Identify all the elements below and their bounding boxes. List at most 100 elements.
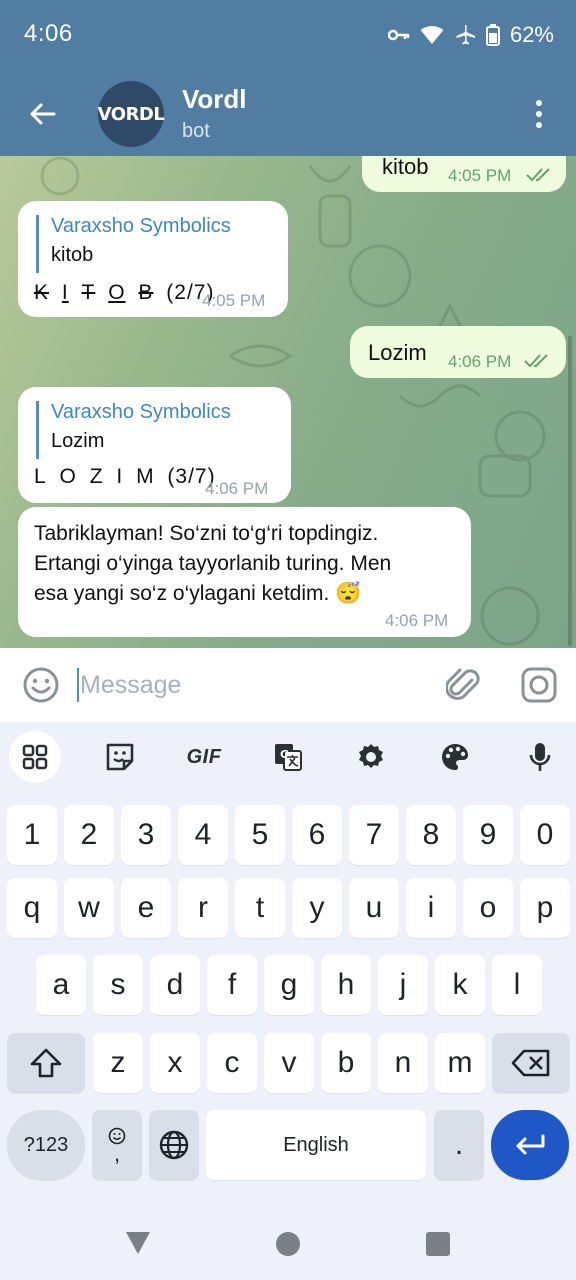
gif-button[interactable]: GIF — [178, 731, 230, 783]
sticker-button[interactable] — [94, 731, 146, 783]
message-composer — [0, 648, 576, 722]
incoming-message[interactable]: Tabriklayman! So‘zni to‘g‘ri topdingiz. … — [18, 507, 471, 637]
message-line: esa yangi so‘z o‘ylagani ketdim. 😴 — [34, 582, 362, 605]
dot-icon — [536, 111, 542, 117]
nav-recents-button[interactable] — [426, 1232, 450, 1256]
letter-absent: T — [81, 281, 96, 304]
back-button[interactable] — [22, 94, 62, 134]
mic-icon — [529, 743, 551, 771]
double-check-icon — [524, 354, 548, 368]
symbols-key[interactable]: ?123 — [7, 1110, 85, 1180]
incoming-message[interactable]: Varaxsho Symbolics kitob K I T O B (2/7)… — [18, 201, 288, 317]
key-g[interactable]: g — [264, 955, 314, 1015]
space-key[interactable]: English — [206, 1110, 426, 1180]
bot-avatar[interactable]: VORDL — [97, 81, 165, 147]
reply-quote[interactable]: Varaxsho Symbolics kitob — [36, 215, 231, 273]
letter-correct: O — [59, 465, 77, 488]
more-options-button[interactable] — [524, 96, 554, 132]
message-time: 4:06 PM — [205, 479, 269, 498]
key-h[interactable]: h — [321, 955, 371, 1015]
key-i[interactable]: i — [406, 878, 456, 938]
key-5[interactable]: 5 — [235, 805, 285, 865]
key-0[interactable]: 0 — [520, 805, 570, 865]
chat-subtitle: bot — [182, 120, 210, 142]
key-c[interactable]: c — [207, 1033, 257, 1093]
key-m[interactable]: m — [435, 1033, 485, 1093]
camera-icon — [521, 667, 557, 703]
apps-grid-icon — [22, 744, 48, 770]
key-f[interactable]: f — [207, 955, 257, 1015]
chat-title[interactable]: Vordl — [182, 84, 247, 115]
language-key[interactable] — [149, 1110, 199, 1180]
reply-text: Lozim — [51, 430, 105, 452]
key-e[interactable]: e — [121, 878, 171, 938]
key-2[interactable]: 2 — [64, 805, 114, 865]
incoming-message[interactable]: Varaxsho Symbolics Lozim L O Z I M (3/7)… — [18, 387, 291, 503]
key-o[interactable]: o — [463, 878, 513, 938]
key-9[interactable]: 9 — [463, 805, 513, 865]
emoji-button[interactable] — [22, 666, 60, 709]
outgoing-message[interactable]: Lozim 4:06 PM — [350, 326, 566, 378]
message-line: Tabriklayman! So‘zni to‘g‘ri topdingiz. — [34, 522, 379, 545]
key-z[interactable]: z — [93, 1033, 143, 1093]
chat-area[interactable]: kitob 4:05 PM Varaxsho Symbolics kitob K… — [0, 156, 576, 648]
key-7[interactable]: 7 — [349, 805, 399, 865]
key-6[interactable]: 6 — [292, 805, 342, 865]
letter-correct: I — [116, 465, 124, 488]
key-x[interactable]: x — [150, 1033, 200, 1093]
svg-text:G: G — [280, 748, 289, 761]
key-4[interactable]: 4 — [178, 805, 228, 865]
nav-home-button[interactable] — [276, 1232, 300, 1256]
apps-grid-button[interactable] — [9, 731, 61, 783]
key-u[interactable]: u — [349, 878, 399, 938]
key-w[interactable]: w — [64, 878, 114, 938]
camera-button[interactable] — [520, 666, 558, 709]
key-a[interactable]: a — [36, 955, 86, 1015]
key-k[interactable]: k — [435, 955, 485, 1015]
status-bar: 4:06 62% — [0, 0, 576, 72]
enter-key[interactable] — [491, 1110, 569, 1180]
outgoing-message[interactable]: kitob 4:05 PM — [362, 156, 566, 192]
reply-quote[interactable]: Varaxsho Symbolics Lozim — [36, 401, 231, 459]
message-input[interactable] — [80, 666, 400, 704]
avatar-logo-text: VORDL — [97, 103, 165, 125]
system-nav-bar — [0, 1210, 576, 1280]
globe-icon — [159, 1130, 189, 1160]
key-d[interactable]: d — [150, 955, 200, 1015]
emoji-comma-key[interactable]: , — [92, 1110, 142, 1180]
key-v[interactable]: v — [264, 1033, 314, 1093]
key-p[interactable]: p — [520, 878, 570, 938]
key-s[interactable]: s — [93, 955, 143, 1015]
message-text: Lozim — [368, 340, 427, 365]
message-time: 4:06 PM — [448, 352, 512, 371]
battery-percent: 62% — [509, 22, 554, 47]
key-y[interactable]: y — [292, 878, 342, 938]
key-r[interactable]: r — [178, 878, 228, 938]
key-8[interactable]: 8 — [406, 805, 456, 865]
translate-button[interactable]: G — [262, 731, 314, 783]
arrow-left-icon — [30, 103, 56, 125]
key-3[interactable]: 3 — [121, 805, 171, 865]
key-j[interactable]: j — [378, 955, 428, 1015]
settings-button[interactable] — [345, 731, 397, 783]
vpn-key-icon — [387, 28, 410, 42]
nav-back-button[interactable] — [126, 1232, 150, 1259]
attach-button[interactable] — [445, 666, 482, 709]
voice-input-button[interactable] — [514, 731, 566, 783]
key-1[interactable]: 1 — [7, 805, 57, 865]
paperclip-icon — [445, 668, 480, 700]
reply-author: Varaxsho Symbolics — [51, 401, 231, 423]
key-n[interactable]: n — [378, 1033, 428, 1093]
triangle-back-icon — [126, 1232, 150, 1254]
key-b[interactable]: b — [321, 1033, 371, 1093]
backspace-key[interactable] — [492, 1033, 570, 1093]
gif-label: GIF — [186, 745, 222, 768]
theme-button[interactable] — [429, 731, 481, 783]
key-q[interactable]: q — [7, 878, 57, 938]
key-t[interactable]: t — [235, 878, 285, 938]
period-key[interactable]: . — [434, 1110, 484, 1180]
letter-correct: L — [34, 465, 47, 488]
shift-key[interactable] — [7, 1033, 85, 1093]
key-l[interactable]: l — [492, 955, 542, 1015]
chat-scrollbar[interactable] — [568, 336, 572, 646]
